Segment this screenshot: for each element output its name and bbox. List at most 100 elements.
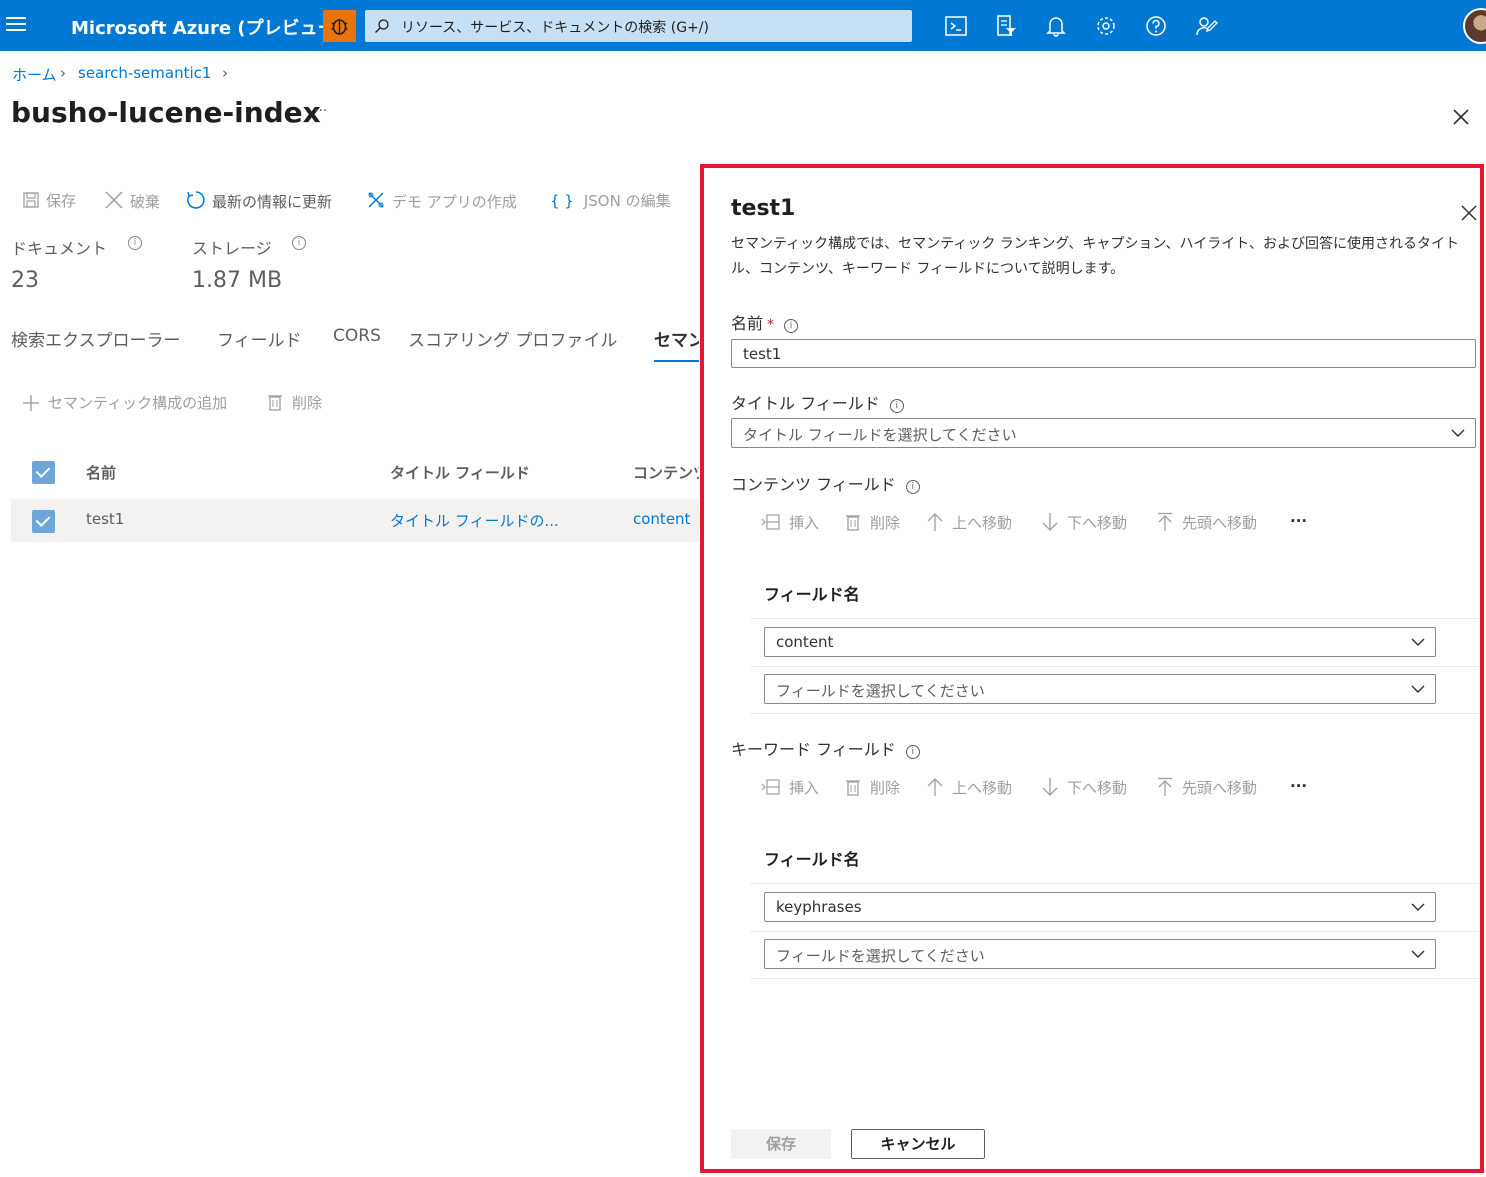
content-field-empty-dropdown[interactable]: フィールドを選択してください <box>764 674 1436 704</box>
divider <box>750 713 1480 714</box>
insert-icon <box>761 514 780 530</box>
active-tab-indicator <box>654 360 699 362</box>
keyword-fields-label: キーワード フィールド i <box>731 736 920 760</box>
required-mark: * <box>767 317 775 333</box>
menu-icon[interactable] <box>6 17 26 33</box>
column-header-content-field[interactable]: コンテンツ フィールド <box>633 462 699 483</box>
content-insert-button[interactable]: 挿入 <box>761 512 819 533</box>
keyword-insert-button[interactable]: 挿入 <box>761 777 819 798</box>
edit-json-command[interactable]: { } JSON の編集 <box>550 190 671 211</box>
cloud-shell-icon[interactable] <box>943 13 969 39</box>
keyword-more-button[interactable]: ··· <box>1290 777 1307 795</box>
keyword-move-to-top-button[interactable]: 先頭へ移動 <box>1156 777 1257 798</box>
avatar[interactable] <box>1463 8 1486 44</box>
info-icon[interactable]: i <box>905 745 920 759</box>
feedback-icon[interactable] <box>1193 13 1219 39</box>
arrow-down-icon <box>1042 513 1058 531</box>
directory-filter-icon[interactable] <box>993 13 1019 39</box>
semantic-config-panel: test1 セマンティック構成では、セマンティック ランキング、キャプション、ハ… <box>700 164 1484 1173</box>
documents-value: 23 <box>11 268 39 293</box>
content-fields-label: コンテンツ フィールド i <box>731 471 920 495</box>
divider <box>750 931 1480 932</box>
add-semantic-config-button[interactable]: セマンティック構成の追加 <box>22 392 227 413</box>
divider <box>750 883 1480 884</box>
info-icon[interactable]: i <box>889 399 904 413</box>
content-move-down-button[interactable]: 下へ移動 <box>1041 512 1127 533</box>
breadcrumb-chevron-icon: › <box>60 64 66 82</box>
portal-title[interactable]: Microsoft Azure (プレビュー) <box>71 14 344 40</box>
search-placeholder: リソース、サービス、ドキュメントの検索 (G+/) <box>401 20 709 36</box>
row-title-field-link[interactable]: タイトル フィールドの... <box>390 510 559 531</box>
title-field-label: タイトル フィールド i <box>731 390 904 414</box>
content-delete-button[interactable]: 削除 <box>844 512 900 533</box>
bug-icon[interactable] <box>323 10 356 42</box>
storage-value: 1.87 MB <box>192 268 283 293</box>
documents-label: ドキュメント <box>11 239 108 258</box>
close-icon[interactable] <box>1460 204 1478 222</box>
info-icon[interactable]: i <box>784 319 799 333</box>
info-icon[interactable]: i <box>905 480 920 494</box>
cancel-button[interactable]: キャンセル <box>851 1129 985 1159</box>
title-field-dropdown[interactable]: タイトル フィールドを選択してください <box>731 418 1476 448</box>
keyword-delete-button[interactable]: 削除 <box>844 777 900 798</box>
arrow-up-icon <box>927 778 943 796</box>
info-icon[interactable]: i <box>128 236 142 250</box>
trash-icon <box>846 515 860 531</box>
keyword-move-up-button[interactable]: 上へ移動 <box>926 777 1012 798</box>
keyword-move-down-button[interactable]: 下へ移動 <box>1041 777 1127 798</box>
select-all-checkbox[interactable] <box>32 461 55 484</box>
insert-icon <box>761 779 780 795</box>
row-checkbox[interactable] <box>32 510 55 533</box>
move-to-top-icon <box>1158 777 1172 796</box>
keyword-field-empty-dropdown[interactable]: フィールドを選択してください <box>764 939 1436 969</box>
page-title: busho-lucene-index <box>11 96 321 129</box>
breadcrumb-home[interactable]: ホーム <box>12 64 57 85</box>
chevron-down-icon <box>1411 903 1425 911</box>
close-icon[interactable] <box>1449 105 1473 129</box>
keyword-field-name-header: フィールド名 <box>764 850 860 869</box>
trash-icon <box>268 395 282 411</box>
info-icon[interactable]: i <box>292 236 306 250</box>
breadcrumb-service[interactable]: search-semantic1 <box>78 64 211 82</box>
tab-cors[interactable]: CORS <box>333 326 381 346</box>
divider <box>750 618 1480 619</box>
more-actions-button[interactable]: ··· <box>314 103 327 119</box>
help-icon[interactable] <box>1143 13 1169 39</box>
name-input[interactable]: test1 <box>731 339 1476 368</box>
tab-semantic-configurations[interactable]: セマンティック構成 <box>654 326 699 351</box>
chevron-down-icon <box>1411 685 1425 693</box>
column-header-title-field[interactable]: タイトル フィールド <box>390 462 530 483</box>
discard-icon <box>105 191 123 209</box>
gear-icon[interactable] <box>1093 13 1119 39</box>
save-button[interactable]: 保存 <box>731 1129 831 1159</box>
bell-icon[interactable] <box>1043 13 1069 39</box>
keyword-field-dropdown[interactable]: keyphrases <box>764 892 1436 922</box>
chevron-down-icon <box>1411 638 1425 646</box>
breadcrumb-chevron-icon: › <box>222 64 228 82</box>
arrow-up-icon <box>927 513 943 531</box>
content-field-dropdown[interactable]: content <box>764 627 1436 657</box>
move-to-top-icon <box>1158 512 1172 531</box>
discard-command[interactable]: 破棄 <box>104 190 160 212</box>
column-header-name[interactable]: 名前 <box>86 462 116 483</box>
row-content-field-link[interactable]: content <box>633 510 690 528</box>
content-move-up-button[interactable]: 上へ移動 <box>926 512 1012 533</box>
trash-icon <box>846 780 860 796</box>
content-more-button[interactable]: ··· <box>1290 512 1307 530</box>
content-move-to-top-button[interactable]: 先頭へ移動 <box>1156 512 1257 533</box>
refresh-command[interactable]: 最新の情報に更新 <box>186 190 332 212</box>
tab-search-explorer[interactable]: 検索エクスプローラー <box>11 326 181 351</box>
save-command[interactable]: 保存 <box>22 190 76 211</box>
panel-description: セマンティック構成では、セマンティック ランキング、キャプション、ハイライト、お… <box>731 236 1459 277</box>
name-label: 名前 * i <box>731 310 799 334</box>
tab-scoring-profiles[interactable]: スコアリング プロファイル <box>408 326 617 351</box>
divider <box>750 666 1480 667</box>
top-bar: Microsoft Azure (プレビュー) リソース、サービス、ドキュメント… <box>0 0 1486 51</box>
create-demo-app-command[interactable]: デモ アプリの作成 <box>366 190 517 212</box>
content-field-name-header: フィールド名 <box>764 585 860 604</box>
divider <box>750 978 1480 979</box>
delete-semantic-config-button[interactable]: 削除 <box>266 392 322 413</box>
storage-label: ストレージ <box>192 239 272 258</box>
global-search-input[interactable]: リソース、サービス、ドキュメントの検索 (G+/) <box>365 10 912 42</box>
tab-fields[interactable]: フィールド <box>217 326 302 351</box>
